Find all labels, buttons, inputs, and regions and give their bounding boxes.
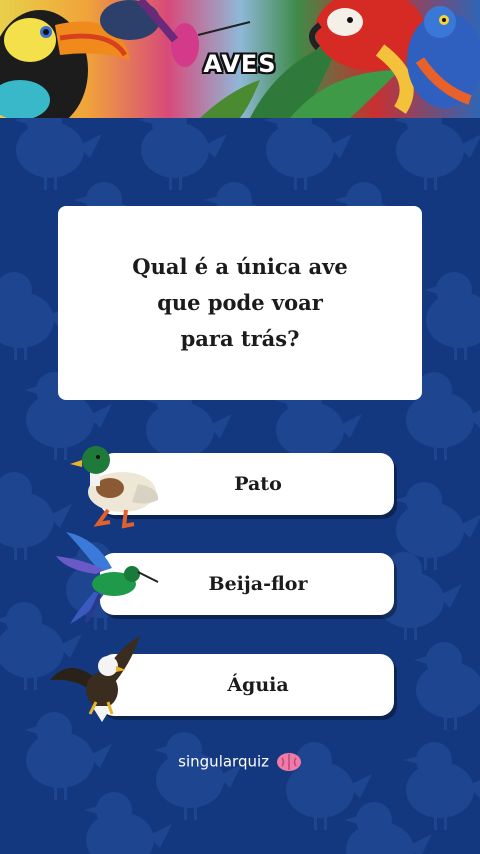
- brain-icon: [276, 753, 301, 771]
- answer-label: Águia: [227, 674, 289, 696]
- duck-icon: [70, 446, 159, 529]
- answer-label: Pato: [234, 473, 282, 495]
- answer-label: Beija-flor: [208, 573, 308, 595]
- header-banner: AVES: [0, 0, 480, 118]
- bird-pattern-background: [0, 102, 480, 854]
- brand-text: singularquiz: [178, 752, 270, 771]
- question-card: Qual é a única ave que pode voar para tr…: [58, 206, 422, 400]
- hummingbird-icon: [56, 532, 159, 624]
- category-title: AVES: [203, 50, 277, 78]
- brand-logo: singularquiz: [0, 752, 480, 772]
- question-text: Qual é a única ave que pode voar para tr…: [132, 254, 348, 351]
- eagle-icon: [50, 636, 140, 722]
